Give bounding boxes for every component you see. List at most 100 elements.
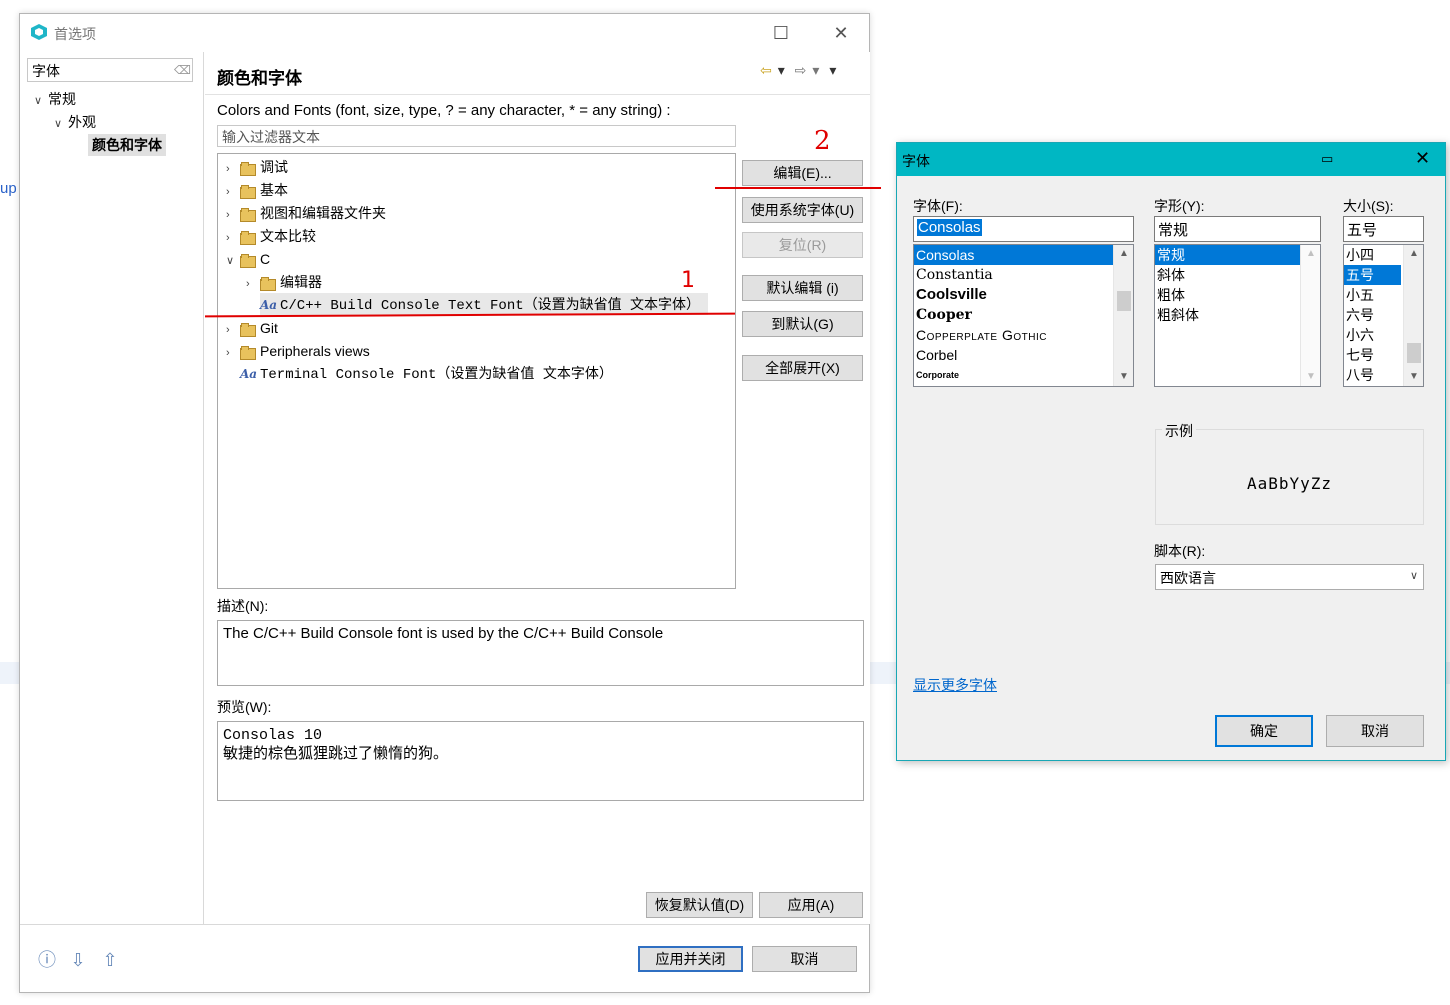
annotation-underline-2 [715, 187, 881, 189]
tree-item-debug[interactable]: › 调试 [226, 156, 288, 178]
back-arrow-icon[interactable]: ⇦ [760, 62, 772, 78]
edit-button[interactable]: 编辑(E)... [742, 160, 863, 186]
reset-button[interactable]: 复位(R) [742, 232, 863, 258]
edit-default-button[interactable]: 默认编辑 (i) [742, 275, 863, 301]
chevron-right-icon[interactable]: › [226, 319, 240, 341]
font-family-list[interactable]: Consolas Constantia Coolsville Cooper Co… [913, 244, 1134, 387]
nav-item-general[interactable]: ∨ 常规 [34, 89, 76, 109]
apply-button[interactable]: 应用(A) [759, 892, 863, 918]
font-option[interactable]: Constantia [914, 265, 1133, 285]
chevron-down-icon[interactable]: ∨ [34, 94, 48, 107]
use-system-font-button[interactable]: 使用系统字体(U) [742, 197, 863, 223]
colors-fonts-tree[interactable]: › 调试 › 基本 › 视图和编辑器文件夹 › 文本比较 ∨ C › 编辑器 Aa C/C++… [217, 153, 736, 589]
chevron-right-icon[interactable]: › [226, 342, 240, 364]
nav-item-appearance[interactable]: ∨ 外观 [54, 112, 96, 132]
font-option[interactable]: Corporate [914, 365, 1133, 385]
view-menu-icon[interactable]: ▾ [829, 62, 836, 78]
forward-menu-icon[interactable]: ▾ [812, 62, 819, 78]
tree-item-c[interactable]: ∨ C [226, 248, 270, 270]
tree-item-terminal-console-font[interactable]: Aa Terminal Console Font（设置为缺省值 文本字体） [240, 362, 613, 384]
style-list-scrollbar[interactable]: ▲ ▼ [1300, 245, 1320, 386]
font-style-list[interactable]: 常规 斜体 粗体 粗斜体 ▲ ▼ [1154, 244, 1321, 387]
font-option[interactable]: Corbel [914, 345, 1133, 365]
chevron-down-icon[interactable]: ∨ [54, 117, 68, 130]
navigation-pane: 字体 ⌫ ∨ 常规 ∨ 外观 颜色和字体 [20, 52, 204, 924]
header-divider [205, 94, 870, 95]
import-icon[interactable]: ⇩ [66, 948, 90, 972]
help-icon[interactable]: ⓘ [35, 948, 59, 972]
maximize-button[interactable]: ☐ [766, 20, 796, 46]
font-size-list[interactable]: 小四 五号 小五 六号 小六 七号 八号 ▲ ▼ [1343, 244, 1424, 387]
folder-icon [240, 253, 256, 268]
ok-button[interactable]: 确定 [1215, 715, 1313, 747]
restore-defaults-button[interactable]: 恢复默认值(D) [646, 892, 753, 918]
tree-item-peripherals-views[interactable]: › Peripherals views [226, 340, 370, 362]
cancel-button[interactable]: 取消 [752, 946, 857, 972]
dialog-close-icon[interactable]: ✕ [1415, 148, 1430, 169]
scroll-up-icon[interactable]: ▲ [1114, 245, 1133, 263]
sample-text: AaBbYyZz [1246, 474, 1333, 493]
scroll-down-icon[interactable]: ▼ [1404, 368, 1423, 386]
scroll-down-icon[interactable]: ▼ [1114, 368, 1133, 386]
font-option[interactable]: Consolas [914, 245, 1113, 265]
font-family-label: 字体(F): [913, 198, 963, 214]
font-icon: Aa [240, 367, 258, 381]
history-nav: ⇦ ▾ ⇨ ▾ ▾ [760, 62, 842, 79]
style-option[interactable]: 常规 [1155, 245, 1300, 265]
font-option[interactable]: Coolsville [914, 285, 1133, 305]
chevron-right-icon[interactable]: › [226, 181, 240, 203]
forward-arrow-icon[interactable]: ⇨ [795, 62, 807, 78]
tree-item-text-compare[interactable]: › 文本比较 [226, 225, 316, 247]
sample-label: 示例 [1162, 421, 1196, 441]
go-to-default-button[interactable]: 到默认(G) [742, 311, 863, 337]
font-family-input[interactable]: Consolas [913, 216, 1134, 242]
tree-item-views-editors[interactable]: › 视图和编辑器文件夹 [226, 202, 386, 224]
chevron-right-icon[interactable]: › [226, 158, 240, 180]
colors-fonts-description: Colors and Fonts (font, size, type, ? = … [217, 102, 671, 119]
back-menu-icon[interactable]: ▾ [778, 62, 785, 78]
style-option[interactable]: 粗体 [1155, 285, 1320, 305]
folder-icon [240, 207, 256, 222]
tree-item-editor[interactable]: › 编辑器 [246, 271, 322, 293]
nav-filter-input[interactable]: 字体 ⌫ [27, 58, 193, 82]
chevron-right-icon[interactable]: › [246, 273, 260, 295]
content-pane: 颜色和字体 ⇦ ▾ ⇨ ▾ ▾ Colors and Fonts (font, si… [205, 52, 870, 924]
size-option[interactable]: 五号 [1344, 265, 1401, 285]
dialog-title-bar: 字体 ▭ ✕ [897, 143, 1445, 176]
scroll-thumb[interactable] [1117, 291, 1131, 311]
dialog-cancel-button[interactable]: 取消 [1326, 715, 1424, 747]
chevron-down-icon[interactable]: ∨ [1410, 569, 1418, 582]
font-list-scrollbar[interactable]: ▲ ▼ [1113, 245, 1133, 386]
title-bar: 首选项 ☐ ✕ [20, 14, 869, 52]
description-label: 描述(N): [217, 598, 269, 614]
clear-filter-icon[interactable]: ⌫ [174, 63, 191, 77]
scroll-up-icon[interactable]: ▲ [1301, 245, 1320, 263]
script-select[interactable]: 西欧语言 ∨ [1155, 564, 1424, 590]
tree-item-git[interactable]: › Git [226, 317, 278, 339]
folder-icon [240, 345, 256, 360]
nav-item-colors-fonts[interactable]: 颜色和字体 [88, 134, 166, 156]
font-option[interactable]: Copperplate Gothic [914, 325, 1133, 345]
filter-text-input[interactable]: 输入过滤器文本 [217, 125, 736, 147]
scroll-thumb[interactable] [1407, 343, 1421, 363]
scroll-down-icon[interactable]: ▼ [1301, 368, 1320, 386]
expand-all-button[interactable]: 全部展开(X) [742, 355, 863, 381]
chevron-down-icon[interactable]: ∨ [226, 250, 240, 272]
style-option[interactable]: 粗斜体 [1155, 305, 1320, 325]
export-icon[interactable]: ⇧ [98, 948, 122, 972]
size-list-scrollbar[interactable]: ▲ ▼ [1403, 245, 1423, 386]
window-mode-icon[interactable]: ▭ [1321, 151, 1333, 167]
tree-item-basic[interactable]: › 基本 [226, 179, 288, 201]
font-size-input[interactable]: 五号 [1343, 216, 1424, 242]
scroll-up-icon[interactable]: ▲ [1404, 245, 1423, 263]
apply-and-close-button[interactable]: 应用并关闭 [638, 946, 743, 972]
font-style-input[interactable]: 常规 [1154, 216, 1321, 242]
style-option[interactable]: 斜体 [1155, 265, 1320, 285]
show-more-fonts-link[interactable]: 显示更多字体 [913, 675, 997, 695]
close-button[interactable]: ✕ [826, 20, 856, 46]
folder-icon [260, 276, 276, 291]
chevron-right-icon[interactable]: › [226, 204, 240, 226]
chevron-right-icon[interactable]: › [226, 227, 240, 249]
tree-item-build-console-font[interactable]: Aa C/C++ Build Console Text Font（设置为缺省值 文… [260, 293, 709, 315]
font-option[interactable]: Cooper [914, 305, 1133, 325]
